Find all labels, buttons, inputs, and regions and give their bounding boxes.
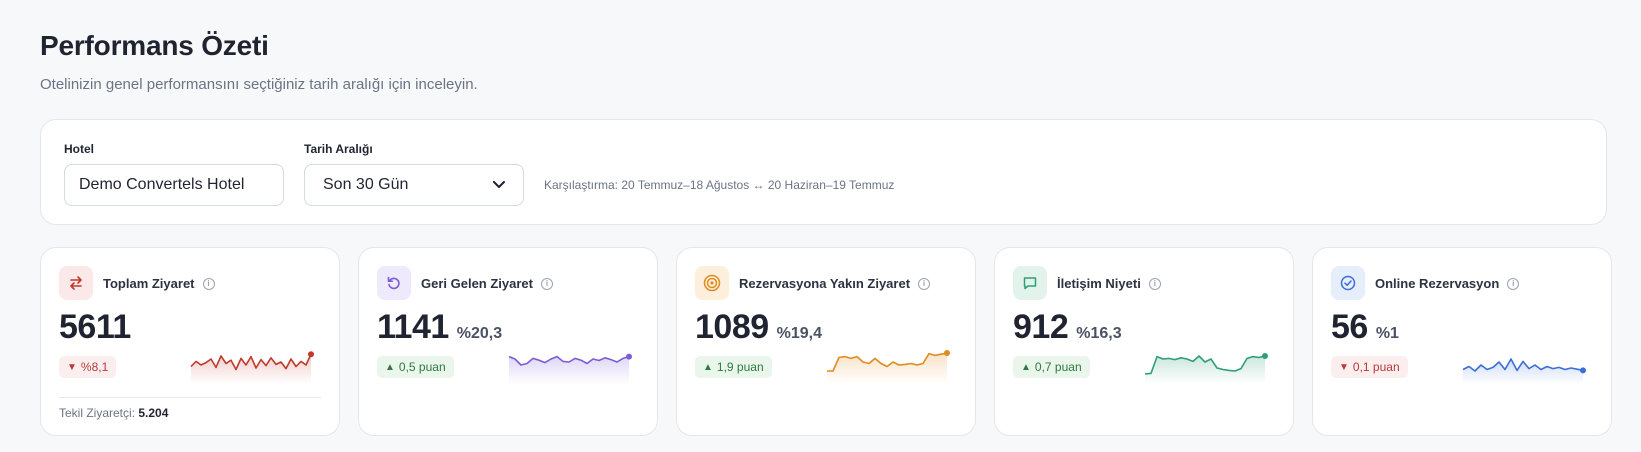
kpi-card: İletişim Niyeti i 912 %16,3 ▲ 0,7 puan (994, 247, 1294, 436)
sparkline-chart (1144, 353, 1268, 384)
kpi-rate: %19,4 (776, 325, 823, 342)
chevron-down-icon (493, 178, 505, 192)
info-icon[interactable]: i (918, 277, 931, 290)
delta-value: 1,9 puan (716, 360, 764, 374)
unique-visitors: Tekil Ziyaretçi: 5.204 (59, 406, 168, 420)
kpi-title: İletişim Niyeti i (1057, 276, 1161, 291)
delta-value: 0,1 puan (1352, 360, 1400, 374)
kpi-number: 912 (1013, 308, 1069, 346)
hotel-input[interactable] (64, 164, 284, 206)
info-icon[interactable]: i (1148, 277, 1161, 290)
check-circle-icon (1331, 266, 1365, 300)
swap-arrows-icon (59, 266, 93, 300)
divider (59, 397, 321, 398)
kpi-title: Rezervasyona Yakın Ziyaret i (739, 276, 931, 291)
sparkline-end-dot (1580, 367, 1586, 374)
kpi-value: 5611 (59, 308, 131, 347)
hotel-label: Hotel (64, 142, 94, 156)
kpi-rate: %1 (1375, 325, 1399, 342)
page-title: Performans Özeti (40, 30, 269, 61)
sparkline-area (827, 353, 947, 384)
delta-badge: ▼ 0,1 puan (1331, 356, 1408, 378)
kpi-value: 1089 %19,4 (695, 308, 822, 347)
kpi-title-label: İletişim Niyeti (1057, 276, 1141, 291)
date-range-label: Tarih Aralığı (304, 142, 373, 156)
kpi-title-label: Online Rezervasyon (1375, 276, 1500, 291)
kpi-value: 56 %1 (1331, 308, 1399, 347)
unique-visitors-value: 5.204 (138, 406, 169, 420)
sparkline-end-dot (626, 353, 632, 360)
info-icon[interactable]: i (202, 277, 215, 290)
kpi-title-label: Toplam Ziyaret (103, 276, 195, 291)
delta-badge: ▲ 0,5 puan (377, 356, 454, 378)
kpi-card: Toplam Ziyaret i 5611 ▼ %8,1 Tekil Ziyaretçi:… (40, 247, 340, 436)
sparkline-chart (508, 353, 632, 384)
info-icon[interactable]: i (1507, 277, 1520, 290)
sparkline-chart (190, 351, 314, 384)
kpi-rate: %20,3 (456, 325, 503, 342)
kpi-number: 1089 (695, 308, 769, 346)
arrow-down-icon: ▼ (1339, 361, 1349, 373)
comparison-text: Karşılaştırma: 20 Temmuz–18 Ağustos ↔ 20… (544, 178, 895, 192)
page-subtitle: Otelinizin genel performansını seçtiğini… (40, 76, 478, 93)
sparkline-end-dot (944, 350, 950, 356)
arrow-down-icon: ▼ (67, 361, 77, 373)
delta-badge: ▲ 1,9 puan (695, 356, 772, 378)
delta-badge: ▲ 0,7 puan (1013, 356, 1090, 378)
chat-icon (1013, 266, 1047, 300)
delta-value: 0,5 puan (398, 360, 446, 374)
arrow-up-icon: ▲ (385, 361, 395, 373)
kpi-value: 1141 %20,3 (377, 308, 502, 347)
unique-visitors-label: Tekil Ziyaretçi: (59, 406, 139, 420)
date-range-select[interactable]: Son 30 Gün (304, 164, 524, 206)
target-icon (695, 266, 729, 300)
sparkline-area (509, 356, 629, 384)
arrow-up-icon: ▲ (703, 361, 713, 373)
kpi-title-label: Rezervasyona Yakın Ziyaret (739, 276, 911, 291)
delta-value: %8,1 (80, 360, 109, 374)
info-icon[interactable]: i (541, 277, 553, 290)
kpi-value: 912 %16,3 (1013, 308, 1122, 347)
kpi-number: 1141 (377, 308, 449, 346)
kpi-title: Toplam Ziyaret i (103, 276, 215, 291)
sparkline-end-dot (1262, 353, 1268, 359)
sparkline-area (1145, 356, 1265, 384)
kpi-card: Rezervasyona Yakın Ziyaret i 1089 %19,4 ▲ 1,9… (676, 247, 976, 436)
kpi-number: 56 (1331, 308, 1368, 346)
kpi-card: Geri Gelen Ziyaret i 1141 %20,3 ▲ 0,5 puan (358, 247, 658, 436)
delta-badge: ▼ %8,1 (59, 356, 117, 378)
sparkline-area (191, 354, 311, 384)
sparkline-chart (1462, 358, 1586, 384)
kpi-title-label: Geri Gelen Ziyaret (421, 276, 533, 291)
filter-card: Hotel Tarih Aralığı Son 30 Gün Karşılaşt… (40, 119, 1607, 225)
kpi-title: Online Rezervasyon i (1375, 276, 1520, 291)
kpi-title: Geri Gelen Ziyaret i (421, 276, 553, 291)
date-range-value: Son 30 Gün (323, 176, 409, 193)
arrow-up-icon: ▲ (1021, 361, 1031, 373)
sparkline-chart (827, 350, 950, 384)
kpi-card: Online Rezervasyon i 56 %1 ▼ 0,1 puan (1312, 247, 1612, 436)
refresh-icon (377, 266, 411, 300)
kpi-number: 5611 (59, 308, 131, 346)
sparkline-end-dot (308, 351, 314, 358)
kpi-rate: %16,3 (1076, 325, 1122, 342)
delta-value: 0,7 puan (1034, 360, 1082, 374)
